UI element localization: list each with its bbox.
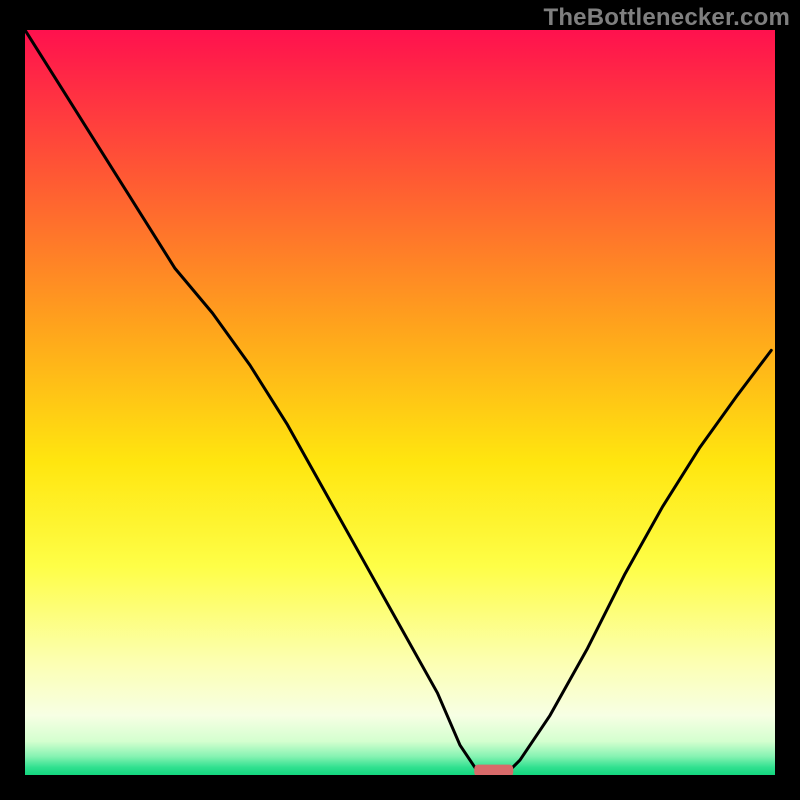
plot-canvas — [25, 30, 775, 775]
chart-svg — [25, 30, 775, 775]
chart-frame: TheBottlenecker.com — [0, 0, 800, 800]
optimal-marker — [474, 765, 513, 775]
attribution-label: TheBottlenecker.com — [543, 4, 790, 32]
gradient-background — [25, 30, 775, 775]
